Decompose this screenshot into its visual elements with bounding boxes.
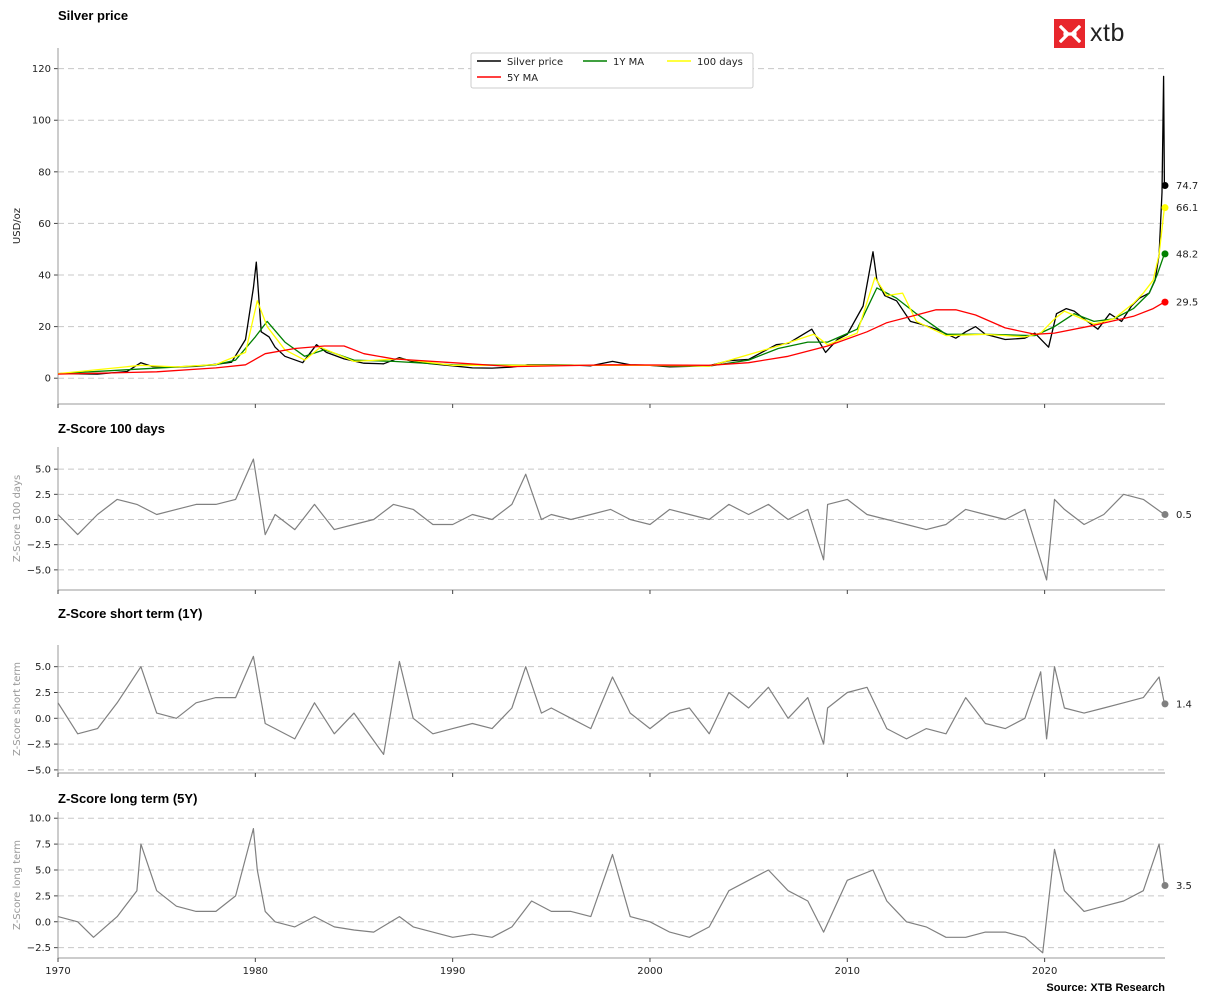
end-point-marker bbox=[1161, 250, 1169, 258]
y-tick-label: 20 bbox=[38, 322, 51, 333]
panel-title: Silver price bbox=[58, 8, 128, 23]
series-line-1 bbox=[57, 253, 1166, 375]
end-point-marker bbox=[1161, 298, 1169, 306]
y-tick-label: 0.0 bbox=[35, 714, 51, 725]
series-line-0 bbox=[57, 655, 1165, 756]
y-tick-label: −2.5 bbox=[27, 540, 51, 551]
source-note: Source: XTB Research bbox=[1046, 982, 1165, 994]
legend-label: 100 days bbox=[697, 57, 743, 68]
panel-title: Z-Score long term (5Y) bbox=[58, 791, 197, 806]
series-line-2 bbox=[57, 207, 1166, 375]
panel-title: Z-Score 100 days bbox=[58, 421, 165, 436]
y-tick-label: 5.0 bbox=[35, 662, 51, 673]
panel-title: Z-Score short term (1Y) bbox=[58, 606, 202, 621]
end-point-marker bbox=[1161, 510, 1169, 518]
y-tick-label: 2.5 bbox=[35, 688, 51, 699]
end-value-label: 3.5 bbox=[1176, 881, 1192, 892]
y-tick-label: 120 bbox=[32, 64, 51, 75]
y-tick-label: 0.0 bbox=[35, 515, 51, 526]
end-value-label: 66.1 bbox=[1176, 203, 1198, 214]
end-point-marker bbox=[1161, 700, 1169, 708]
x-tick-label: 1980 bbox=[243, 966, 268, 977]
legend-label: Silver price bbox=[507, 57, 563, 68]
series-line-0 bbox=[57, 75, 1166, 375]
x-tick-label: 2000 bbox=[637, 966, 662, 977]
y-axis-label: Z-Score 100 days bbox=[12, 475, 23, 562]
legend-label: 1Y MA bbox=[613, 57, 644, 68]
y-axis-label: USD/oz bbox=[12, 208, 23, 244]
chart-canvas: Silver price 0 20 40 60 80 100 120 USD/oz 74.7 66.… bbox=[12, 8, 1198, 977]
y-tick-label: 60 bbox=[38, 219, 51, 230]
x-tick-label: 1970 bbox=[45, 966, 70, 977]
xtb-logo: xtb bbox=[1054, 19, 1125, 48]
end-value-label: 1.4 bbox=[1176, 699, 1192, 710]
y-tick-label: 7.5 bbox=[35, 840, 51, 851]
y-tick-label: 100 bbox=[32, 116, 51, 127]
y-tick-label: 40 bbox=[38, 271, 51, 282]
y-tick-label: 0 bbox=[45, 374, 51, 385]
end-point-marker bbox=[1161, 204, 1169, 212]
end-point-marker bbox=[1161, 181, 1169, 189]
y-tick-label: −2.5 bbox=[27, 740, 51, 751]
y-tick-label: 0.0 bbox=[35, 917, 51, 928]
y-tick-label: −5.0 bbox=[27, 765, 51, 776]
y-tick-label: 5.0 bbox=[35, 865, 51, 876]
y-tick-label: 10.0 bbox=[29, 814, 51, 825]
y-tick-label: 80 bbox=[38, 167, 51, 178]
y-axis-label: Z-Score long term bbox=[12, 840, 23, 930]
end-value-label: 0.5 bbox=[1176, 510, 1192, 521]
end-value-label: 74.7 bbox=[1176, 181, 1198, 192]
y-tick-label: 5.0 bbox=[35, 465, 51, 476]
y-tick-label: −5.0 bbox=[27, 565, 51, 576]
end-value-label: 29.5 bbox=[1176, 298, 1198, 309]
xtb-logo-mark-icon bbox=[1054, 19, 1085, 48]
y-tick-label: 2.5 bbox=[35, 490, 51, 501]
legend-label: 5Y MA bbox=[507, 73, 538, 84]
x-tick-label: 1990 bbox=[440, 966, 465, 977]
x-tick-label: 2020 bbox=[1032, 966, 1057, 977]
y-tick-label: 2.5 bbox=[35, 891, 51, 902]
logo-text: xtb bbox=[1090, 19, 1125, 47]
end-value-label: 48.2 bbox=[1176, 249, 1198, 260]
x-tick-label: 2010 bbox=[835, 966, 860, 977]
series-line-0 bbox=[57, 827, 1165, 954]
end-point-marker bbox=[1161, 882, 1169, 890]
y-axis-label: Z-Score short term bbox=[12, 662, 23, 756]
y-tick-label: −2.5 bbox=[27, 943, 51, 954]
